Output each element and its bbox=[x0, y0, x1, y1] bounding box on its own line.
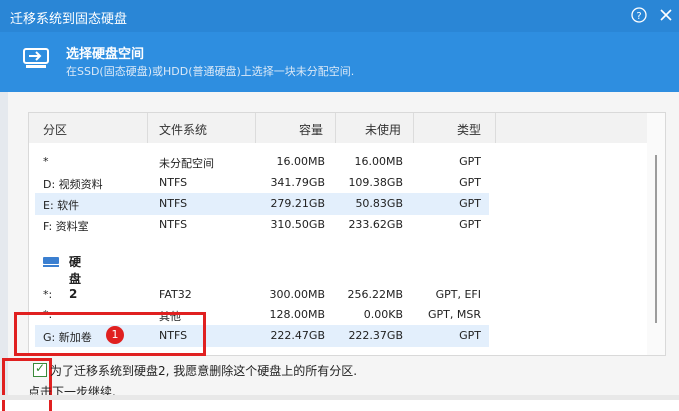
partition-type: GPT bbox=[459, 155, 481, 168]
partition-capacity: 341.79GB bbox=[270, 176, 325, 189]
disk-icon bbox=[43, 257, 59, 267]
header-subtitle: 在SSD(固态硬盘)或HDD(普通硬盘)上选择一块未分配空间. bbox=[66, 65, 355, 78]
svg-text:?: ? bbox=[636, 11, 641, 22]
column-header-capacity[interactable]: 容量 bbox=[299, 121, 323, 138]
step-badge: 1 bbox=[106, 326, 124, 344]
table-header: 分区 文件系统 容量 未使用 类型 bbox=[29, 113, 649, 143]
column-divider bbox=[495, 113, 496, 143]
partition-unused: 16.00MB bbox=[354, 155, 403, 168]
partition-type: GPT bbox=[459, 218, 481, 231]
window-titlebar: 迁移系统到固态硬盘 ? bbox=[0, 0, 679, 32]
partition-name: *: bbox=[43, 288, 53, 301]
partition-type: GPT bbox=[459, 197, 481, 210]
partition-capacity: 310.50GB bbox=[270, 218, 325, 231]
partition-type: GPT bbox=[459, 329, 481, 342]
partition-type: GPT, MSR bbox=[428, 308, 481, 321]
column-divider bbox=[255, 113, 256, 143]
partition-filesystem: NTFS bbox=[159, 197, 188, 210]
partition-filesystem: NTFS bbox=[159, 218, 188, 231]
close-icon[interactable] bbox=[657, 6, 675, 24]
column-divider bbox=[413, 113, 414, 143]
partition-filesystem: 未分配空间 bbox=[159, 157, 214, 170]
partition-unused: 256.22MB bbox=[347, 288, 403, 301]
partition-type: GPT, EFI bbox=[435, 288, 481, 301]
confirm-label[interactable]: 为了迁移系统到硬盘2, 我愿意删除这个硬盘上的所有分区. bbox=[50, 362, 357, 379]
disk-arrow-icon bbox=[23, 48, 49, 68]
partition-unused: 0.00KB bbox=[363, 308, 403, 321]
partition-name: * bbox=[43, 155, 49, 168]
footer-strip bbox=[0, 395, 679, 400]
scrollbar-thumb[interactable] bbox=[655, 155, 657, 323]
partition-capacity: 300.00MB bbox=[269, 288, 325, 301]
column-divider bbox=[335, 113, 336, 143]
check-icon: ✓ bbox=[35, 361, 46, 375]
table-row[interactable]: D: 视频资料 NTFS 341.79GB 109.38GB GPT bbox=[35, 172, 489, 194]
partition-name: D: 视频资料 bbox=[43, 178, 103, 191]
table-row[interactable]: * 未分配空间 16.00MB 16.00MB GPT bbox=[35, 151, 489, 173]
partition-name: F: 资料室 bbox=[43, 220, 89, 233]
column-header-filesystem[interactable]: 文件系统 bbox=[159, 121, 207, 138]
partition-filesystem: NTFS bbox=[159, 176, 188, 189]
table-row[interactable]: *: FAT32 300.00MB 256.22MB GPT, EFI bbox=[35, 284, 489, 306]
partition-unused: 50.83GB bbox=[355, 197, 403, 210]
partition-capacity: 222.47GB bbox=[270, 329, 325, 342]
partition-capacity: 279.21GB bbox=[270, 197, 325, 210]
partition-unused: 222.37GB bbox=[348, 329, 403, 342]
table-scrollbar[interactable] bbox=[647, 113, 665, 355]
column-header-type[interactable]: 类型 bbox=[457, 121, 481, 138]
wizard-header: 选择硬盘空间 在SSD(固态硬盘)或HDD(普通硬盘)上选择一块未分配空间. bbox=[0, 32, 679, 92]
partition-filesystem: FAT32 bbox=[159, 288, 192, 301]
window-title: 迁移系统到固态硬盘 bbox=[10, 12, 128, 27]
column-header-partition[interactable]: 分区 bbox=[43, 121, 67, 138]
partition-type: GPT bbox=[459, 176, 481, 189]
partition-capacity: 128.00MB bbox=[269, 308, 325, 321]
table-row[interactable]: E: 软件 NTFS 279.21GB 50.83GB GPT bbox=[35, 193, 489, 215]
partition-unused: 109.38GB bbox=[348, 176, 403, 189]
table-row[interactable]: F: 资料室 NTFS 310.50GB 233.62GB GPT bbox=[35, 214, 489, 236]
confirm-checkbox[interactable]: ✓ bbox=[33, 361, 47, 377]
column-divider bbox=[147, 113, 148, 143]
partition-capacity: 16.00MB bbox=[276, 155, 325, 168]
help-icon[interactable]: ? bbox=[630, 6, 648, 24]
column-header-unused[interactable]: 未使用 bbox=[365, 121, 401, 138]
left-edge bbox=[0, 92, 8, 400]
partition-name: E: 软件 bbox=[43, 199, 80, 212]
partition-unused: 233.62GB bbox=[348, 218, 403, 231]
header-title: 选择硬盘空间 bbox=[66, 47, 145, 62]
